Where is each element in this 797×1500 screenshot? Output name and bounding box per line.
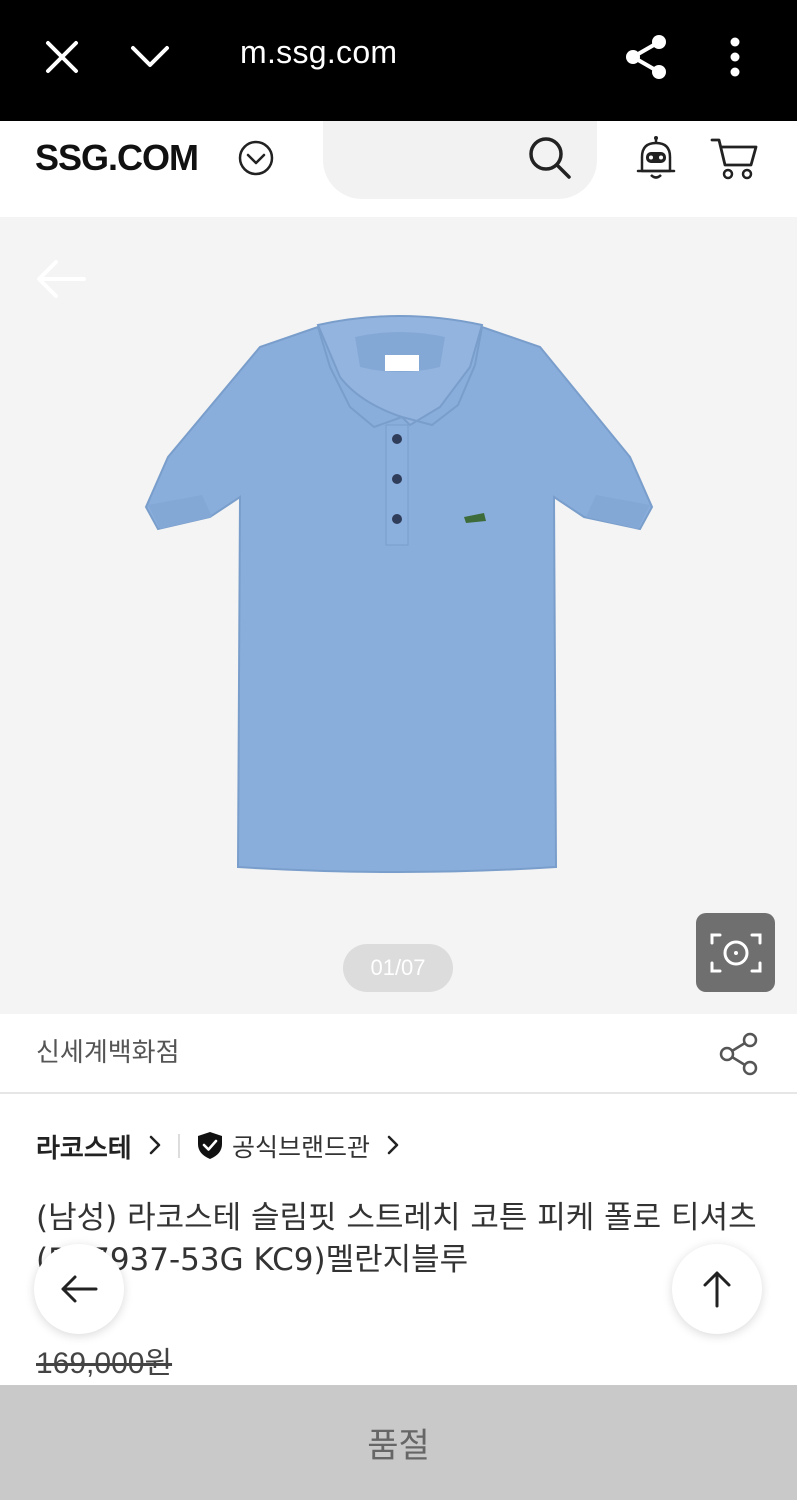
lens-search-icon — [710, 933, 761, 972]
arrow-up-icon — [703, 1271, 731, 1308]
chevron-right-icon — [384, 1132, 402, 1158]
chevron-circle-down-icon[interactable] — [238, 140, 274, 176]
product-title: (남성) 라코스테 슬림핏 스트레치 코튼 피케 폴로 티셔츠(PH7937-5… — [36, 1200, 757, 1278]
more-vertical-icon[interactable] — [705, 27, 765, 87]
share-icon[interactable] — [616, 27, 676, 87]
product-image — [140, 307, 660, 887]
divider — [178, 1134, 180, 1158]
site-header: SSG.COM — [0, 121, 797, 217]
search-icon[interactable] — [527, 135, 573, 181]
original-price: 169,000원 — [36, 1347, 173, 1380]
scroll-top-button[interactable] — [672, 1244, 762, 1334]
product-image-gallery[interactable]: 01/07 — [0, 217, 797, 1014]
brand-link[interactable]: 라코스테 — [36, 1128, 132, 1165]
cart-icon[interactable] — [710, 135, 758, 181]
back-arrow-icon[interactable] — [34, 257, 88, 301]
image-page-counter: 01/07 — [343, 944, 453, 992]
ssg-logo[interactable]: SSG.COM — [35, 137, 199, 179]
arrow-left-icon — [61, 1275, 98, 1303]
official-brand-link[interactable]: 공식브랜드관 — [232, 1128, 370, 1164]
brand-row: 라코스테 공식브랜드관 — [0, 1094, 797, 1194]
chevron-down-icon[interactable] — [120, 27, 180, 87]
seller-row: 신세계백화점 — [0, 1014, 797, 1094]
close-icon[interactable] — [32, 27, 92, 87]
browser-toolbar: m.ssg.com — [0, 0, 797, 121]
robot-bell-icon[interactable] — [634, 135, 678, 181]
url-text[interactable]: m.ssg.com — [240, 34, 397, 71]
back-button[interactable] — [34, 1244, 124, 1334]
lens-search-button[interactable] — [696, 913, 775, 992]
verified-shield-icon — [196, 1130, 224, 1160]
seller-name[interactable]: 신세계백화점 — [36, 1032, 180, 1069]
search-box[interactable] — [323, 121, 597, 199]
soldout-button[interactable]: 품절 — [0, 1385, 797, 1500]
share-icon[interactable] — [718, 1032, 760, 1076]
chevron-right-icon — [146, 1132, 164, 1158]
